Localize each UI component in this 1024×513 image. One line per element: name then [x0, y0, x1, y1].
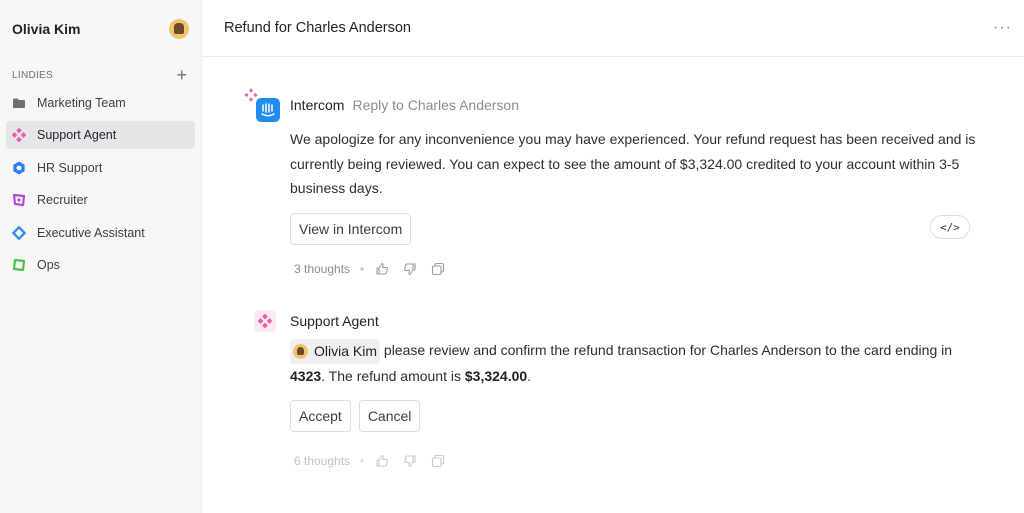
avatar-figure: [297, 347, 304, 355]
lindies-list: Marketing Team Support Agent HR Support …: [0, 89, 201, 279]
app-window: Olivia Kim LINDIES + Marketing Team Supp…: [0, 0, 1024, 513]
lindies-section-header: LINDIES +: [0, 65, 201, 85]
card-digits: 4323: [290, 367, 322, 384]
copy-icon[interactable]: [430, 453, 446, 469]
body-text-part1: please review and confirm the refund tra…: [380, 342, 953, 358]
thoughts-count[interactable]: 3 thoughts: [294, 262, 350, 276]
support-agent-icon: [12, 128, 26, 143]
message-body: Olivia Kim please review and confirm the…: [290, 338, 990, 389]
sidebar-item-executive-assistant[interactable]: Executive Assistant: [6, 219, 195, 247]
message-meta-row: 3 thoughts •: [294, 260, 458, 278]
recruiter-icon: [12, 193, 26, 207]
support-agent-avatar-icon: [254, 310, 276, 332]
mention-name: Olivia Kim: [314, 342, 378, 359]
message-actions: View in Intercom: [290, 212, 1002, 245]
thumbs-down-icon[interactable]: [402, 261, 418, 277]
thumbs-up-icon[interactable]: [374, 261, 390, 277]
sidebar-item-recruiter[interactable]: Recruiter: [6, 186, 195, 214]
sender-name: Support Agent: [290, 313, 379, 329]
sidebar-item-hr-support[interactable]: HR Support: [6, 154, 195, 182]
sidebar-item-label: Executive Assistant: [37, 225, 145, 240]
message-body: We apologize for any inconvenience you m…: [290, 131, 976, 196]
message-intercom: Intercom Reply to Charles Anderson We ap…: [242, 88, 1002, 245]
user-mention[interactable]: Olivia Kim: [290, 338, 381, 364]
conversation-panel: Refund for Charles Anderson ··· Intercom…: [202, 0, 1024, 513]
separator-dot: •: [360, 453, 365, 468]
cancel-button[interactable]: Cancel: [358, 399, 421, 432]
sender-name: Intercom: [290, 97, 345, 113]
sidebar-header: Olivia Kim: [0, 0, 201, 57]
message-header: Intercom Reply to Charles Anderson: [242, 90, 1002, 113]
conversation-header: Refund for Charles Anderson ···: [202, 0, 1024, 57]
view-in-intercom-button[interactable]: View in Intercom: [290, 212, 412, 245]
intercom-icon: [256, 98, 280, 127]
body-text-part3: .: [527, 367, 532, 384]
sidebar-item-label: Marketing Team: [37, 96, 126, 110]
mention-avatar: [293, 343, 308, 359]
sidebar-item-label: Ops: [37, 257, 60, 272]
copy-icon[interactable]: [430, 261, 446, 277]
confirmation-actions: Accept Cancel: [290, 399, 1002, 432]
sidebar: Olivia Kim LINDIES + Marketing Team Supp…: [0, 0, 202, 513]
sidebar-item-label: HR Support: [37, 160, 103, 175]
sidebar-item-ops[interactable]: Ops: [6, 251, 195, 279]
thumbs-down-icon[interactable]: [402, 453, 418, 469]
sidebar-item-label: Support Agent: [37, 128, 117, 143]
avatar-figure: [174, 23, 184, 34]
sidebar-item-marketing-team[interactable]: Marketing Team: [6, 89, 195, 117]
refund-amount: $3,324.00: [464, 367, 528, 384]
hr-support-icon: [12, 161, 26, 175]
message-support-agent: Support Agent Olivia Kim please review a…: [242, 310, 1002, 470]
sidebar-item-label: Recruiter: [37, 193, 88, 208]
ops-icon: [12, 258, 26, 272]
sidebar-item-support-agent[interactable]: Support Agent: [6, 121, 195, 150]
message-header: Support Agent: [242, 310, 1002, 330]
reply-to-label: Reply to Charles Anderson: [352, 97, 520, 113]
code-icon: </>: [940, 220, 960, 234]
view-code-button[interactable]: </>: [930, 215, 970, 239]
message-meta-row: 6 thoughts •: [294, 452, 1002, 470]
thumbs-up-icon[interactable]: [374, 453, 390, 469]
thoughts-count[interactable]: 6 thoughts: [294, 454, 350, 468]
lindies-section-label: LINDIES: [12, 69, 54, 81]
more-options-button[interactable]: ···: [993, 19, 1012, 37]
body-text-part2: . The refund amount is: [321, 367, 465, 384]
user-name: Olivia Kim: [12, 20, 81, 37]
add-lindy-button[interactable]: +: [176, 66, 187, 84]
folder-icon: [12, 96, 26, 110]
page-title: Refund for Charles Anderson: [224, 20, 411, 36]
accept-button[interactable]: Accept: [290, 399, 351, 432]
separator-dot: •: [360, 262, 365, 276]
executive-assistant-icon: [12, 225, 26, 240]
user-avatar[interactable]: [169, 18, 189, 39]
